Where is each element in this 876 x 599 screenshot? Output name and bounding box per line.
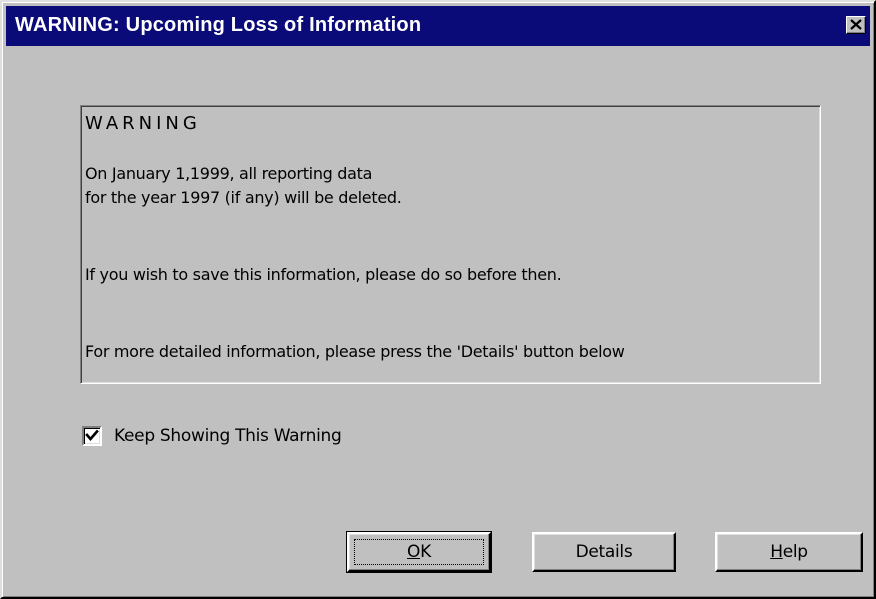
message-panel: WARNING On January 1,1999, all reporting…	[80, 105, 821, 384]
help-button[interactable]: Help	[715, 532, 863, 572]
ok-button[interactable]: OK	[346, 531, 492, 573]
message-heading: WARNING	[85, 113, 201, 134]
warning-dialog: WARNING: Upcoming Loss of Information WA…	[0, 0, 876, 599]
keep-showing-checkbox[interactable]	[82, 426, 102, 446]
title-bar[interactable]: WARNING: Upcoming Loss of Information	[6, 6, 870, 46]
message-line-1: On January 1,1999, all reporting data	[85, 164, 373, 183]
help-button-label: Help	[770, 542, 808, 562]
message-line-3: If you wish to save this information, pl…	[85, 265, 562, 284]
keep-showing-label[interactable]: Keep Showing This Warning	[114, 426, 342, 446]
close-x-icon	[850, 19, 862, 30]
keep-showing-checkbox-row[interactable]: Keep Showing This Warning	[82, 423, 342, 449]
close-button[interactable]	[846, 16, 866, 34]
details-button[interactable]: Details	[532, 532, 676, 572]
window-title: WARNING: Upcoming Loss of Information	[15, 14, 422, 36]
message-line-2: for the year 1997 (if any) will be delet…	[85, 188, 402, 207]
details-button-label: Details	[575, 542, 633, 562]
checkmark-icon	[85, 429, 99, 441]
message-line-4: For more detailed information, please pr…	[85, 342, 625, 361]
focus-rectangle	[354, 539, 484, 565]
